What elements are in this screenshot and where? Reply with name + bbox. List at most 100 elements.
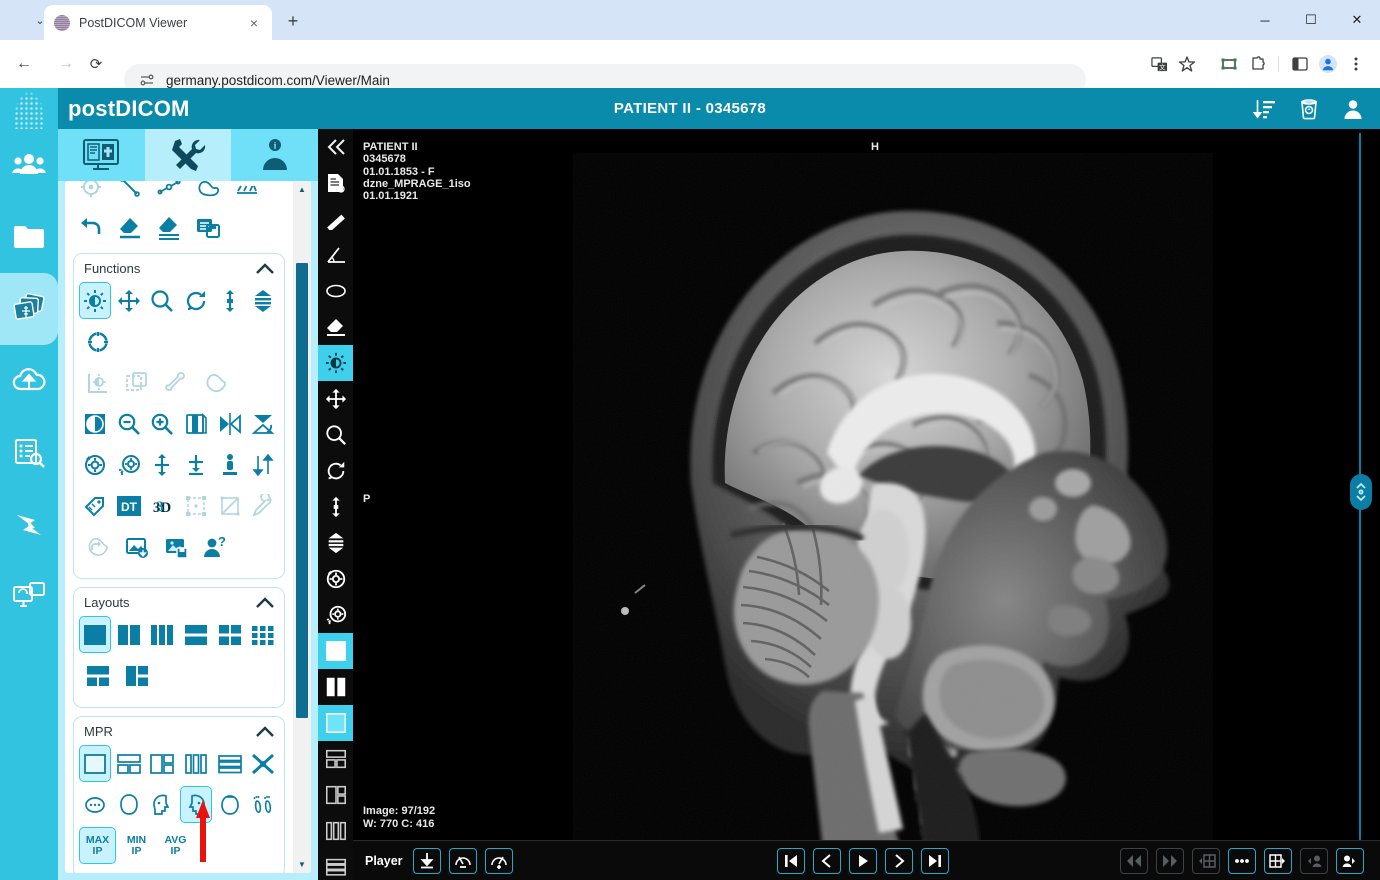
- coronal-view-icon[interactable]: [114, 787, 144, 822]
- zoom-icon[interactable]: [318, 417, 353, 453]
- collapse-panel-icon[interactable]: [318, 129, 353, 165]
- sidebar-item-reports[interactable]: [0, 417, 58, 489]
- save-annotations-icon[interactable]: [190, 210, 225, 245]
- chevron-up-icon[interactable]: [256, 263, 274, 274]
- back-icon[interactable]: ←: [10, 50, 38, 78]
- sidebar-item-folders[interactable]: [0, 201, 58, 273]
- reset-view-icon[interactable]: [215, 447, 245, 482]
- screen-capture-icon[interactable]: [1215, 50, 1243, 78]
- rotate-right-icon[interactable]: [114, 447, 144, 482]
- slab-thickness-icon[interactable]: [318, 525, 353, 561]
- layout-2x1-icon[interactable]: [181, 617, 211, 652]
- shutter-icon[interactable]: [215, 488, 245, 523]
- line-measure-icon[interactable]: [112, 181, 147, 204]
- save-image-icon[interactable]: [158, 529, 193, 564]
- extensions-puzzle-icon[interactable]: [1243, 50, 1271, 78]
- roi-window-level-icon[interactable]: [80, 365, 115, 400]
- chevron-up-icon[interactable]: [256, 726, 274, 737]
- user-account-icon[interactable]: [1340, 96, 1366, 122]
- window-close-icon[interactable]: ✕: [1334, 0, 1380, 40]
- mpr-top-2bottom-icon[interactable]: [318, 741, 353, 777]
- crosshair-icon[interactable]: [80, 324, 115, 359]
- scroll-down-arrow-icon[interactable]: ▼: [293, 856, 311, 873]
- bone-tool-icon[interactable]: [158, 365, 193, 400]
- sidebar-item-upload[interactable]: [0, 345, 58, 417]
- zoom-out-icon[interactable]: [114, 406, 144, 441]
- layout-1x1-icon[interactable]: [318, 633, 353, 669]
- rotate-left-icon[interactable]: [80, 447, 110, 482]
- trash-recycle-icon[interactable]: [1296, 96, 1322, 122]
- rotate-left-icon[interactable]: [318, 561, 353, 597]
- mpr-header[interactable]: MPR: [80, 721, 278, 746]
- mpr-3rows-icon[interactable]: [215, 746, 245, 781]
- sagittal-left-view-icon[interactable]: [147, 787, 177, 822]
- sort-descending-icon[interactable]: [1252, 96, 1278, 122]
- series-next-button[interactable]: [1156, 848, 1184, 874]
- layouts-header[interactable]: Layouts: [80, 592, 278, 617]
- rotate-icon[interactable]: [181, 283, 211, 318]
- layout-left-2right-icon[interactable]: [119, 658, 154, 693]
- minimize-icon[interactable]: ─: [1242, 0, 1288, 40]
- axial-view-icon[interactable]: [80, 787, 110, 822]
- ellipse-roi-icon[interactable]: [318, 273, 353, 309]
- export-image-icon[interactable]: [119, 529, 154, 564]
- scroll-up-arrow-icon[interactable]: ▲: [293, 181, 311, 198]
- layout-1x2-icon[interactable]: [114, 617, 144, 652]
- flip-horizontal-icon[interactable]: [215, 406, 245, 441]
- dt-label-icon[interactable]: DT: [114, 488, 144, 523]
- forward-icon[interactable]: →: [52, 50, 80, 78]
- cobb-angle-icon[interactable]: [151, 181, 186, 204]
- window-level-icon[interactable]: [318, 345, 353, 381]
- site-settings-icon[interactable]: [138, 71, 156, 89]
- mpr-3rows-icon[interactable]: [318, 849, 353, 880]
- layout-3x3-icon[interactable]: [248, 617, 278, 652]
- angle-measure-icon[interactable]: [318, 237, 353, 273]
- next-layout-button[interactable]: [1264, 848, 1292, 874]
- oblique-view-icon[interactable]: [215, 787, 245, 822]
- dicom-image-canvas[interactable]: PATIENT II 0345678 01.01.1853 - F dzne_M…: [353, 133, 1356, 844]
- flip-vertical-icon[interactable]: [248, 406, 278, 441]
- stack-scroll-icon[interactable]: [318, 489, 353, 525]
- sort-order-icon[interactable]: [248, 447, 278, 482]
- bookmark-star-icon[interactable]: [1173, 50, 1201, 78]
- vertical-slider-handle[interactable]: [1350, 474, 1372, 510]
- translate-icon[interactable]: 文: [1145, 50, 1173, 78]
- erase-all-icon[interactable]: [151, 210, 186, 245]
- mpr-cross-icon[interactable]: [248, 746, 278, 781]
- undo-icon[interactable]: [73, 210, 108, 245]
- avg-ip-button[interactable]: AVG IP: [158, 828, 193, 863]
- previous-patient-button[interactable]: [1300, 848, 1328, 874]
- slab-thickness-icon[interactable]: [248, 283, 278, 318]
- undo-shape-icon[interactable]: [80, 529, 115, 564]
- mpr-left-2right-icon[interactable]: [147, 746, 177, 781]
- next-patient-button[interactable]: [1336, 848, 1364, 874]
- crop-region-icon[interactable]: [181, 488, 211, 523]
- fit-height-icon[interactable]: [147, 447, 177, 482]
- layout-1x1-icon[interactable]: [80, 617, 110, 652]
- side-panel-icon[interactable]: [1286, 50, 1314, 78]
- player-speed-down-button[interactable]: [449, 848, 477, 874]
- document-view-icon[interactable]: [318, 165, 353, 201]
- previous-layout-button[interactable]: [1192, 848, 1220, 874]
- profile-avatar-icon[interactable]: [1314, 50, 1342, 78]
- layout-1x3-icon[interactable]: [147, 617, 177, 652]
- layout-2x2-icon[interactable]: [215, 617, 245, 652]
- scrollbar-thumb[interactable]: [296, 263, 308, 718]
- maximize-icon[interactable]: ☐: [1288, 0, 1334, 40]
- layout-top-2bottom-icon[interactable]: [80, 658, 115, 693]
- freehand-roi-icon[interactable]: [190, 181, 225, 204]
- three-d-icon[interactable]: 3D3: [147, 488, 177, 523]
- window-level-icon[interactable]: [80, 283, 110, 318]
- sidebar-item-share[interactable]: [0, 561, 58, 633]
- zoom-icon[interactable]: [147, 283, 177, 318]
- zoom-in-icon[interactable]: [147, 406, 177, 441]
- tag-info-icon[interactable]: [80, 488, 110, 523]
- stack-scroll-icon[interactable]: [215, 283, 245, 318]
- tab-patient-info[interactable]: i: [231, 129, 318, 181]
- rotate-right-icon[interactable]: [318, 597, 353, 633]
- feet-view-icon[interactable]: [248, 787, 278, 822]
- rotate-icon[interactable]: [318, 453, 353, 489]
- max-ip-button[interactable]: MAX IP: [80, 828, 115, 863]
- sidebar-item-patients[interactable]: [0, 129, 58, 201]
- new-tab-button[interactable]: +: [282, 11, 304, 33]
